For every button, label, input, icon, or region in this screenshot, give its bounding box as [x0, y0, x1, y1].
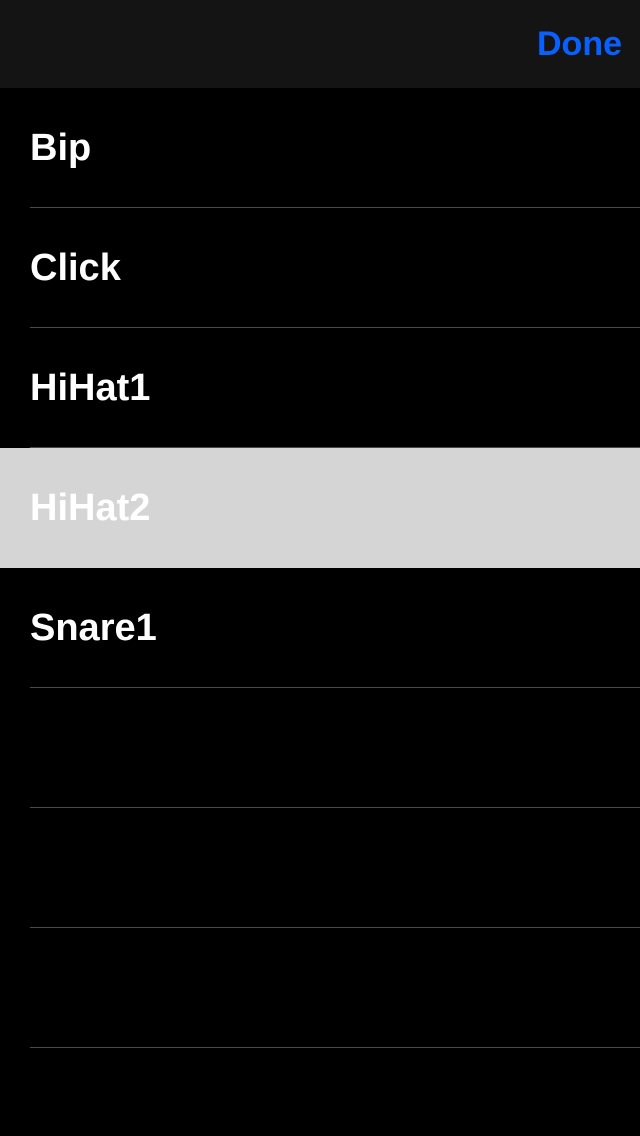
- list-item-label: Click: [30, 247, 121, 290]
- empty-row: [0, 928, 640, 1048]
- list-item-label: HiHat1: [30, 367, 150, 410]
- done-button[interactable]: Done: [537, 25, 622, 64]
- list-item-label: Bip: [30, 127, 91, 170]
- sound-list: Bip Click HiHat1 HiHat2 Snare1: [0, 88, 640, 1048]
- list-item-hihat1[interactable]: HiHat1: [0, 328, 640, 448]
- list-item-label: Snare1: [30, 607, 157, 650]
- empty-row: [0, 688, 640, 808]
- list-item-label: HiHat2: [30, 487, 150, 530]
- empty-row: [0, 808, 640, 928]
- header-bar: Done: [0, 0, 640, 88]
- list-item-hihat2[interactable]: HiHat2: [0, 448, 640, 568]
- separator: [30, 1047, 640, 1048]
- list-item-bip[interactable]: Bip: [0, 88, 640, 208]
- list-item-snare1[interactable]: Snare1: [0, 568, 640, 688]
- list-item-click[interactable]: Click: [0, 208, 640, 328]
